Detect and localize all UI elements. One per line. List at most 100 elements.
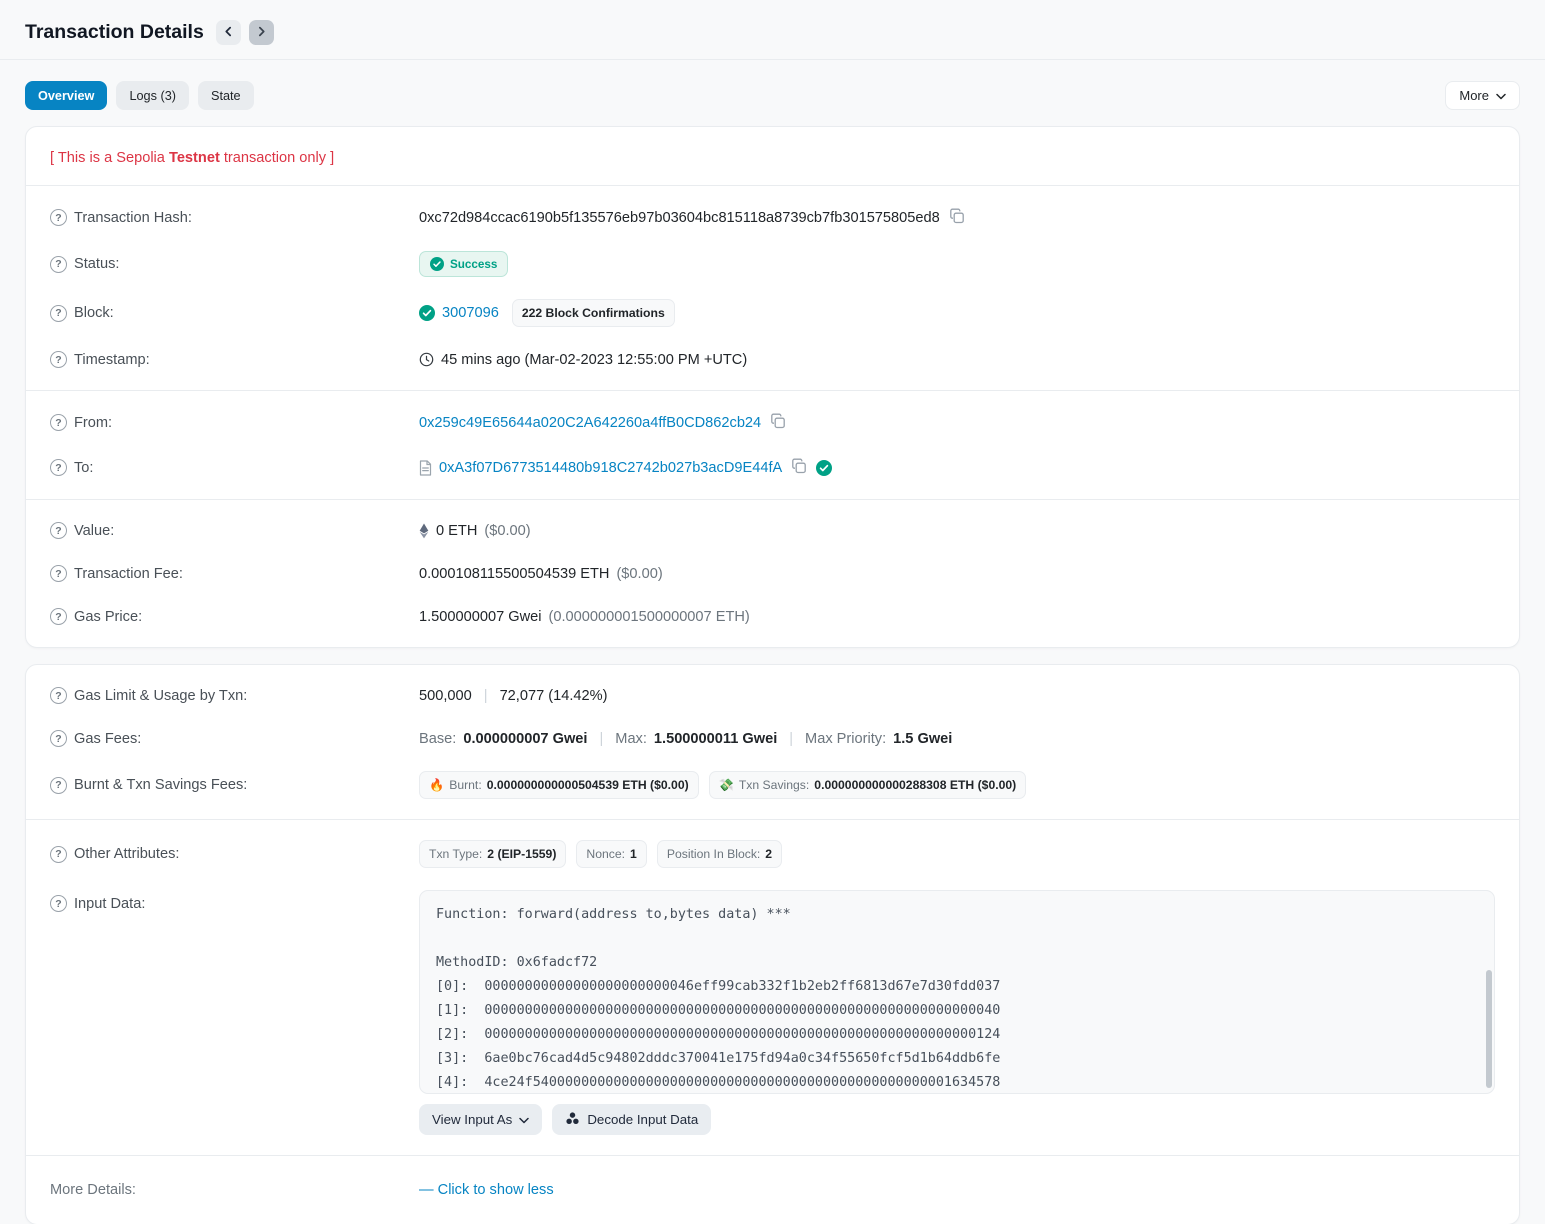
row-label: ? Transaction Fee: [50, 565, 419, 582]
copy-icon [770, 413, 786, 432]
input-data-actions: View Input As Decode Input Data [419, 1104, 1495, 1135]
chevron-down-icon [519, 1112, 529, 1127]
show-less-link[interactable]: — Click to show less [419, 1182, 554, 1198]
row-block: ? Block: 3007096 222 Block Confirmations [26, 288, 1519, 338]
gas-limit-value: 500,000 [419, 688, 472, 704]
page-title: Transaction Details [25, 21, 204, 44]
row-other-attributes: ? Other Attributes: Txn Type: 2 (EIP-155… [26, 829, 1519, 879]
block-number-link[interactable]: 3007096 [442, 305, 499, 321]
help-icon[interactable]: ? [50, 846, 67, 863]
nonce-label: Nonce: [586, 847, 625, 861]
help-icon[interactable]: ? [50, 209, 67, 226]
page-header: Transaction Details [0, 0, 1545, 60]
tabs-row: Overview Logs (3) State More [0, 60, 1545, 110]
nonce-value: 1 [630, 847, 637, 861]
row-status: ? Status: Success [26, 240, 1519, 288]
help-icon[interactable]: ? [50, 459, 67, 476]
next-txn-button[interactable] [249, 20, 274, 45]
view-input-as-button[interactable]: View Input As [419, 1104, 542, 1135]
row-value: ? Value: 0 ETH ($0.00) [26, 509, 1519, 552]
timestamp-label: Timestamp: [74, 352, 150, 368]
chevron-left-icon [223, 25, 234, 40]
help-icon[interactable]: ? [50, 414, 67, 431]
value-fees-section: ? Value: 0 ETH ($0.00) ? Transaction Fee… [26, 500, 1519, 647]
tabs: Overview Logs (3) State [25, 81, 1445, 110]
row-label: ? Burnt & Txn Savings Fees: [50, 777, 419, 794]
gas-limit-label: Gas Limit & Usage by Txn: [74, 688, 247, 704]
tab-logs[interactable]: Logs (3) [116, 81, 189, 110]
row-label: ? Gas Price: [50, 608, 419, 625]
more-label: More [1459, 88, 1489, 103]
scrollbar-thumb[interactable] [1486, 970, 1492, 1088]
position-in-block-label: Position In Block: [667, 847, 760, 861]
row-gas-limit: ? Gas Limit & Usage by Txn: 500,000 | 72… [26, 674, 1519, 717]
help-icon[interactable]: ? [50, 256, 67, 273]
warning-text-suffix: transaction only ] [220, 150, 334, 166]
row-label: ? To: [50, 459, 419, 476]
separator: | [479, 688, 493, 704]
txn-savings-badge: 💸 Txn Savings: 0.000000000000288308 ETH … [709, 771, 1027, 799]
other-attributes-label: Other Attributes: [74, 846, 179, 862]
more-details-section: More Details: — Click to show less [26, 1156, 1519, 1224]
gas-price-eth: (0.000000001500000007 ETH) [549, 609, 750, 625]
burnt-fee-badge: 🔥 Burnt: 0.000000000000504539 ETH ($0.00… [419, 771, 699, 799]
input-data-line: [0]: 00000000000000000000000046eff99cab3… [436, 975, 1478, 999]
max-priority-fee-value: 1.5 Gwei [893, 731, 952, 747]
row-gas-fees: ? Gas Fees: Base: 0.000000007 Gwei | Max… [26, 717, 1519, 760]
tab-state[interactable]: State [198, 81, 254, 110]
addresses-section: ? From: 0x259c49E65644a020C2A642260a4ffB… [26, 391, 1519, 499]
row-label: ? Gas Limit & Usage by Txn: [50, 687, 419, 704]
help-icon[interactable]: ? [50, 777, 67, 794]
help-icon[interactable]: ? [50, 565, 67, 582]
help-icon[interactable]: ? [50, 730, 67, 747]
row-label: More Details: [50, 1182, 419, 1198]
clock-icon [419, 352, 434, 367]
row-from: ? From: 0x259c49E65644a020C2A642260a4ffB… [26, 400, 1519, 445]
testnet-warning: [ This is a Sepolia Testnet transaction … [26, 127, 1519, 186]
view-input-as-label: View Input As [432, 1112, 512, 1127]
help-icon[interactable]: ? [50, 608, 67, 625]
more-dropdown-button[interactable]: More [1445, 81, 1520, 110]
more-details-label: More Details: [50, 1182, 136, 1198]
to-address-link[interactable]: 0xA3f07D6773514480b918C2742b027b3acD9E44… [439, 460, 782, 476]
input-data-line [436, 927, 1478, 951]
tab-overview[interactable]: Overview [25, 81, 107, 110]
warning-bold-text: Testnet [169, 150, 220, 166]
max-priority-fee-label: Max Priority: [805, 731, 886, 747]
row-label: ? Input Data: [50, 890, 419, 912]
copy-to-address-button[interactable] [789, 456, 809, 479]
txn-pagination [216, 20, 274, 45]
help-icon[interactable]: ? [50, 522, 67, 539]
check-circle-icon [419, 305, 435, 321]
gas-price-amount: 1.500000007 Gwei [419, 609, 542, 625]
max-fee-label: Max: [615, 731, 647, 747]
help-icon[interactable]: ? [50, 687, 67, 704]
overview-card: [ This is a Sepolia Testnet transaction … [25, 126, 1520, 648]
txn-type-badge: Txn Type: 2 (EIP-1559) [419, 840, 566, 868]
gas-fees-label: Gas Fees: [74, 731, 141, 747]
from-address-link[interactable]: 0x259c49E65644a020C2A642260a4ffB0CD862cb… [419, 415, 761, 431]
money-wings-icon: 💸 [719, 778, 734, 792]
transaction-hash-value: 0xc72d984ccac6190b5f135576eb97b03604bc81… [419, 210, 940, 226]
row-gas-price: ? Gas Price: 1.500000007 Gwei (0.0000000… [26, 595, 1519, 638]
transaction-hash-label: Transaction Hash: [74, 210, 192, 226]
row-transaction-fee: ? Transaction Fee: 0.000108115500504539 … [26, 552, 1519, 595]
burnt-fee-value: 0.000000000000504539 ETH ($0.00) [487, 778, 689, 792]
copy-txn-hash-button[interactable] [947, 206, 967, 229]
input-data-label: Input Data: [74, 896, 145, 912]
status-label: Status: [74, 256, 119, 272]
check-circle-icon [430, 257, 444, 271]
decode-input-data-button[interactable]: Decode Input Data [552, 1104, 711, 1135]
help-icon[interactable]: ? [50, 895, 67, 912]
previous-txn-button[interactable] [216, 20, 241, 45]
verified-check-icon [816, 460, 832, 476]
row-more-details: More Details: — Click to show less [26, 1165, 1519, 1215]
burnt-savings-label: Burnt & Txn Savings Fees: [74, 777, 247, 793]
copy-from-address-button[interactable] [768, 411, 788, 434]
input-data-line: [3]: 6ae0bc76cad4d5c94802dddc370041e175f… [436, 1047, 1478, 1071]
row-burnt-savings-fees: ? Burnt & Txn Savings Fees: 🔥 Burnt: 0.0… [26, 760, 1519, 810]
help-icon[interactable]: ? [50, 305, 67, 322]
row-to: ? To: 0xA3f07D6773514480b918C2742b027b3a… [26, 445, 1519, 490]
help-icon[interactable]: ? [50, 351, 67, 368]
input-data-box[interactable]: Function: forward(address to,bytes data)… [419, 890, 1495, 1094]
